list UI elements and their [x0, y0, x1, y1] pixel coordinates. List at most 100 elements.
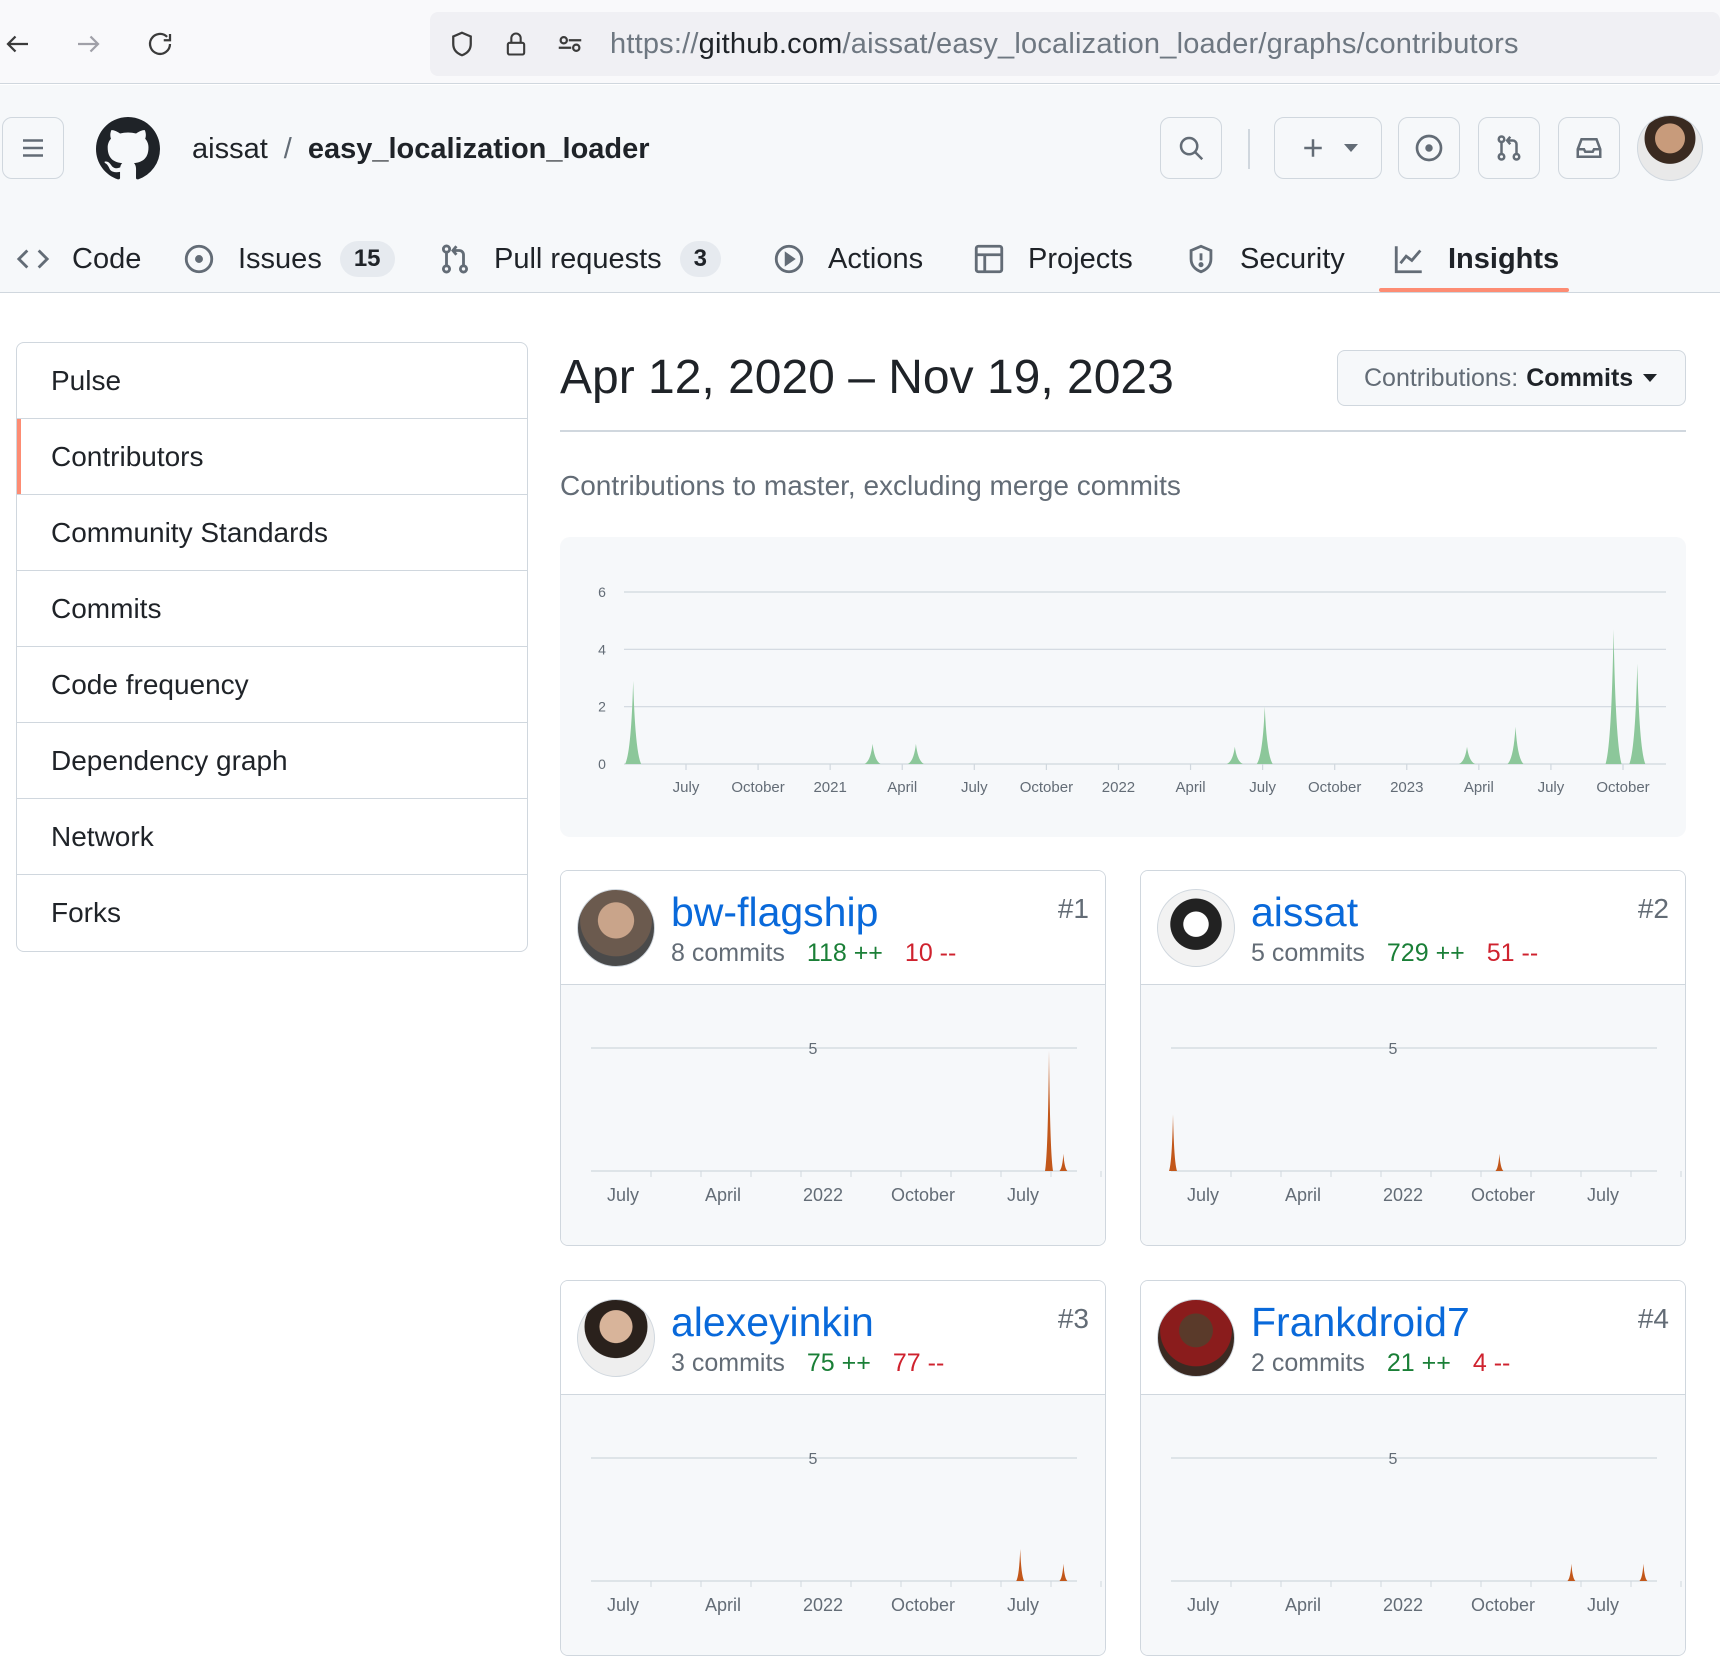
contributor-stats: 8 commits 118 ++ 10 --	[671, 939, 956, 968]
create-new-button[interactable]	[1274, 117, 1382, 179]
reload-button[interactable]	[138, 22, 182, 66]
x-tick-label: April	[1285, 1595, 1321, 1615]
sidebar-item-commits[interactable]: Commits	[17, 571, 527, 647]
additions-count: 21 ++	[1386, 1349, 1451, 1377]
commit-count[interactable]: 2 commits	[1251, 1349, 1365, 1377]
commit-peak	[1169, 1114, 1177, 1171]
sidebar-item-label: Community Standards	[51, 516, 329, 548]
contributor-rank: #1	[1057, 893, 1089, 924]
contributor-rank: #3	[1057, 1303, 1089, 1334]
issues-count-badge: 15	[339, 241, 395, 277]
contributor-avatar[interactable]	[1157, 889, 1235, 967]
pull-requests-button[interactable]	[1478, 117, 1540, 179]
contributor-name-link[interactable]: aissat	[1251, 889, 1358, 936]
x-tick-label: April	[1464, 779, 1494, 796]
x-tick-label: 2022	[1383, 1595, 1423, 1615]
shield-icon[interactable]	[446, 28, 478, 60]
contributions-type-dropdown[interactable]: Contributions: Commits	[1337, 350, 1686, 406]
sidebar-item-forks[interactable]: Forks	[17, 875, 527, 951]
lock-icon[interactable]	[500, 28, 532, 60]
contributor-name-link[interactable]: Frankdroid7	[1251, 1299, 1470, 1346]
header-divider	[1248, 129, 1250, 169]
caret-down-icon	[1643, 374, 1658, 382]
additions-count: 118 ++	[806, 939, 883, 967]
commit-count[interactable]: 8 commits	[671, 939, 785, 967]
x-tick-label: July	[961, 779, 988, 796]
y-tick-label: 4	[598, 641, 606, 657]
dropdown-value: Commits	[1526, 363, 1634, 392]
commit-peak	[907, 743, 924, 764]
commit-peak	[1629, 663, 1646, 764]
contributor-card: Frankdroid7 2 commits 21 ++ 4 -- #4 5 July A…	[1140, 1280, 1686, 1656]
menu-button[interactable]	[2, 117, 64, 179]
y-tick-label: 0	[598, 756, 606, 772]
x-tick-label: July	[607, 1185, 639, 1205]
commit-peak	[1507, 726, 1524, 764]
x-tick-label: 2022	[803, 1185, 843, 1205]
commit-peak	[1045, 1050, 1053, 1171]
x-tick-label: April	[1176, 779, 1206, 796]
sidebar-item-label: Forks	[51, 897, 121, 928]
contributor-chart: 5 July April 2022 October July	[1141, 985, 1685, 1245]
commit-count[interactable]: 3 commits	[671, 1349, 785, 1377]
y-tick-label: 2	[598, 699, 606, 715]
commit-peak	[1495, 1153, 1504, 1171]
browser-toolbar: https://github.com/aissat/easy_localizat…	[0, 0, 1720, 84]
issues-button[interactable]	[1398, 117, 1460, 179]
x-tick-label: July	[1187, 1185, 1219, 1205]
contributor-stats: 5 commits 729 ++ 51 --	[1251, 939, 1538, 968]
sidebar-item-dependency-graph[interactable]: Dependency graph	[17, 723, 527, 799]
sidebar-item-community-standards[interactable]: Community Standards	[17, 495, 527, 571]
sidebar-item-code-frequency[interactable]: Code frequency	[17, 647, 527, 723]
commit-count[interactable]: 5 commits	[1251, 939, 1365, 967]
commit-peak	[1059, 1563, 1068, 1581]
contributor-card: bw-flagship 8 commits 118 ++ 10 -- #1 5 Jul…	[560, 870, 1106, 1246]
site-settings-icon[interactable]	[554, 28, 586, 60]
url-text[interactable]: https://github.com/aissat/easy_localizat…	[610, 28, 1519, 61]
sidebar-item-pulse[interactable]: Pulse	[17, 343, 527, 419]
table-icon	[974, 244, 1004, 274]
tab-issues-label: Issues	[238, 242, 322, 275]
contributor-name-link[interactable]: alexeyinkin	[671, 1299, 874, 1346]
tab-actions[interactable]: Actions	[772, 225, 923, 293]
address-bar[interactable]: https://github.com/aissat/easy_localizat…	[430, 12, 1720, 76]
title-divider	[560, 430, 1686, 432]
commit-peak	[1256, 706, 1273, 764]
back-button[interactable]	[0, 22, 40, 66]
tab-projects[interactable]: Projects	[972, 225, 1133, 293]
sidebar-item-contributors[interactable]: Contributors	[17, 419, 527, 495]
commit-peak	[1059, 1153, 1068, 1171]
contributor-stats: 3 commits 75 ++ 77 --	[671, 1349, 944, 1378]
github-logo-icon[interactable]	[96, 117, 160, 181]
contributor-name-link[interactable]: bw-flagship	[671, 889, 878, 936]
contributor-chart: 5 July April 2022 October July	[561, 1395, 1105, 1655]
search-button[interactable]	[1160, 117, 1222, 179]
tab-security-label: Security	[1240, 242, 1345, 275]
contributor-card-header: Frankdroid7 2 commits 21 ++ 4 -- #4	[1141, 1281, 1685, 1395]
repo-name-link[interactable]: easy_localization_loader	[308, 133, 650, 165]
contributor-rank: #2	[1637, 893, 1669, 924]
sidebar-item-label: Code frequency	[51, 668, 249, 700]
contributor-avatar[interactable]	[577, 1299, 655, 1377]
x-tick-label: October	[1308, 779, 1361, 796]
contributor-avatar[interactable]	[1157, 1299, 1235, 1377]
tab-insights[interactable]: Insights	[1392, 225, 1559, 293]
contributor-avatar[interactable]	[577, 889, 655, 967]
tab-pull-requests-label: Pull requests	[494, 242, 662, 275]
inbox-button[interactable]	[1558, 117, 1620, 179]
y-tick-label: 5	[809, 1451, 818, 1468]
contributor-chart: 5 July April 2022 October July	[1141, 1395, 1685, 1655]
x-tick-label: 2023	[1390, 779, 1423, 796]
sidebar-item-network[interactable]: Network	[17, 799, 527, 875]
contributor-rank: #4	[1637, 1303, 1669, 1334]
x-tick-label: July	[1187, 1595, 1219, 1615]
additions-count: 75 ++	[806, 1349, 871, 1377]
forward-button[interactable]	[66, 22, 110, 66]
repo-owner-link[interactable]: aissat	[192, 133, 268, 165]
tab-pull-requests[interactable]: Pull requests 3	[438, 225, 722, 293]
user-avatar[interactable]	[1637, 115, 1703, 181]
tab-code[interactable]: Code	[16, 225, 141, 293]
x-tick-label: July	[1538, 779, 1565, 796]
tab-security[interactable]: Security	[1184, 225, 1345, 293]
tab-issues[interactable]: Issues 15	[182, 225, 395, 293]
